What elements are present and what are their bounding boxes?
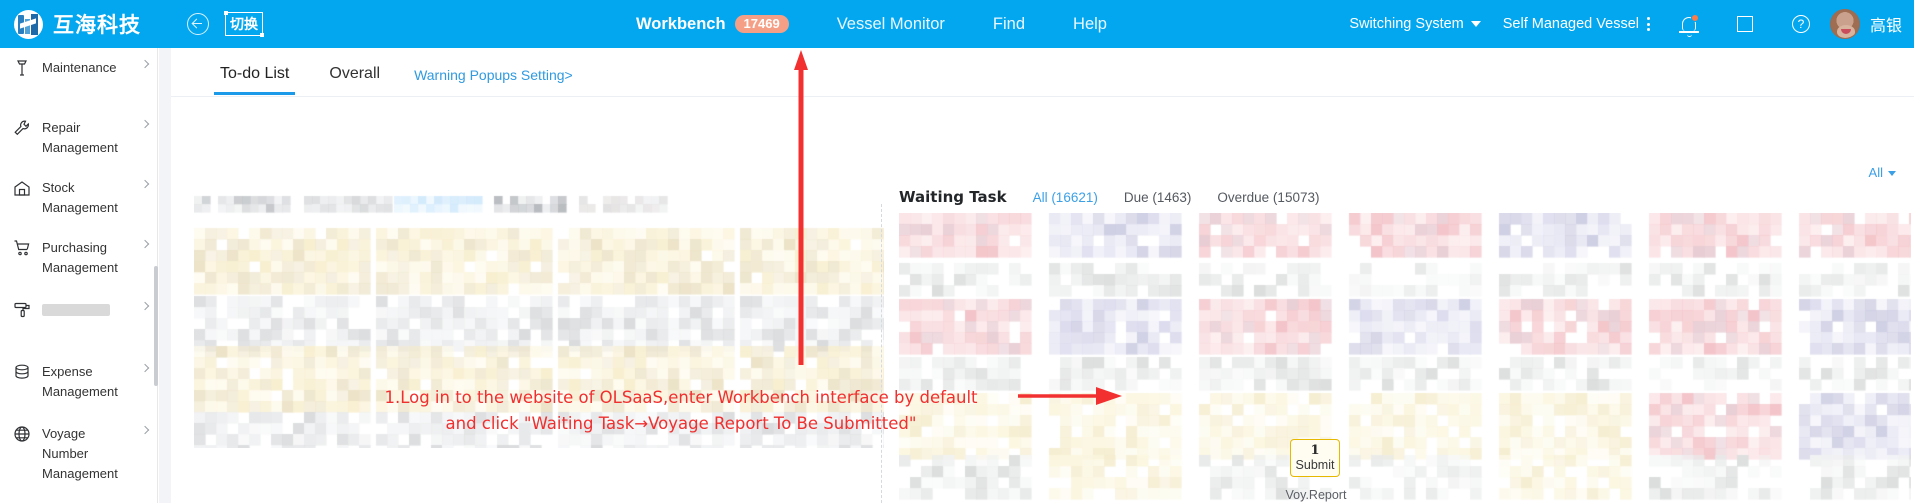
sidebar-item-label: Repair Management — [42, 120, 118, 155]
annotation-text: 1.Log in to the website of OLSaaS,enter … — [336, 385, 1026, 437]
waiting-task-filter-all[interactable]: All (16621) — [1033, 190, 1098, 205]
nav-item-vessel-monitor[interactable]: Vessel Monitor — [813, 0, 969, 48]
main-nav: Workbench 17469 Vessel Monitor Find Help — [636, 0, 1131, 48]
sidebar-item-label: Expense Management — [42, 364, 118, 399]
waiting-task-header: Waiting Task All (16621) Due (1463) Over… — [899, 188, 1319, 206]
avatar[interactable] — [1829, 9, 1860, 39]
back-arrow-circle-icon[interactable] — [187, 13, 209, 35]
brand-name: 互海科技 — [53, 13, 141, 37]
waiting-task-filter-due[interactable]: Due (1463) — [1124, 190, 1192, 205]
workbench-count-badge: 17469 — [734, 15, 789, 33]
panel-tabs: To-do List Overall Warning Popups Settin… — [200, 55, 581, 95]
more-vertical-icon — [1646, 17, 1650, 31]
chevron-down-icon — [1888, 171, 1896, 177]
sidebar-item-stock-management[interactable]: Stock Management — [0, 178, 157, 218]
nav-item-find[interactable]: Find — [969, 0, 1049, 48]
paint-roller-icon — [12, 300, 32, 320]
waiting-task-title: Waiting Task — [899, 188, 1007, 206]
sidebar: Maintenance Repair Management Stock Mana… — [0, 48, 158, 503]
sidebar-item-label: Purchasing Management — [42, 240, 118, 275]
switching-system-dropdown[interactable]: Switching System — [1349, 16, 1481, 32]
nav-item-workbench-label: Workbench — [636, 14, 726, 33]
chevron-right-icon — [140, 425, 150, 435]
all-filter-label: All — [1868, 165, 1883, 180]
brand-logo[interactable]: 互海科技 — [14, 9, 141, 39]
sidebar-item-maintenance[interactable]: Maintenance — [0, 58, 157, 98]
tabs-divider — [171, 96, 1914, 97]
username-label: 高银 — [1869, 16, 1902, 35]
chevron-down-icon — [1470, 21, 1481, 27]
waiting-task-blurred-grid[interactable] — [899, 213, 1911, 503]
notification-bell-icon[interactable] — [1672, 7, 1706, 41]
self-managed-vessel-selector[interactable]: Self Managed Vessel — [1503, 16, 1650, 32]
waiting-task-filter-overdue[interactable]: Overdue (15073) — [1217, 190, 1319, 205]
sidebar-scrollbar[interactable] — [154, 266, 158, 386]
shopping-cart-icon — [12, 238, 32, 258]
switching-system-label: Switching System — [1349, 16, 1464, 32]
sidebar-item-expense-management[interactable]: Expense Management — [0, 362, 157, 402]
annotation-line-1: 1.Log in to the website of OLSaaS,enter … — [384, 388, 978, 407]
top-right-actions: Switching System Self Managed Vessel ? 高… — [1349, 0, 1902, 48]
self-managed-vessel-label: Self Managed Vessel — [1502, 16, 1639, 32]
app-root: 互海科技 切换 Workbench 17469 Vessel Monitor F… — [0, 0, 1914, 503]
right-arrow-to-submit-card — [1018, 387, 1122, 405]
sidebar-item-repair-management[interactable]: Repair Management — [0, 118, 157, 158]
submit-card-count: 1 — [1310, 442, 1320, 458]
submit-card-action: Submit — [1295, 457, 1335, 472]
voyage-report-submit-card[interactable]: 1 Submit — [1290, 439, 1340, 477]
up-arrow-to-workbench — [794, 50, 808, 365]
annotation-line-2: and click "Waiting Task→Voyage Report To… — [445, 414, 917, 433]
all-filter-dropdown[interactable]: All — [1869, 165, 1896, 180]
database-stack-icon — [12, 362, 32, 382]
sidebar-item-label: Maintenance — [42, 60, 117, 75]
spanner-icon — [12, 118, 32, 138]
globe-icon — [12, 424, 32, 444]
tab-to-do-list[interactable]: To-do List — [200, 55, 309, 95]
sidebar-item-voyage-number-management[interactable]: Voyage Number Management — [0, 424, 157, 484]
wrench-maintenance-icon — [12, 58, 32, 78]
sidebar-item-label: Voyage Number Management — [42, 426, 118, 481]
warehouse-home-icon — [12, 178, 32, 198]
company-logo-icon — [14, 9, 43, 39]
top-navigation-bar: 互海科技 切换 Workbench 17469 Vessel Monitor F… — [0, 0, 1914, 48]
warning-popups-setting-link[interactable]: Warning Popups Setting> — [400, 55, 581, 95]
sidebar-item-label: Stock Management — [42, 180, 118, 215]
chevron-right-icon — [140, 301, 150, 311]
question-mark-circle-icon[interactable]: ? — [1784, 7, 1818, 41]
tab-overall[interactable]: Overall — [309, 55, 400, 95]
switch-button[interactable]: 切换 — [224, 11, 264, 37]
nav-item-help[interactable]: Help — [1049, 0, 1131, 48]
submit-card-caption: Voy.Report — [1285, 488, 1347, 502]
chevron-right-icon — [140, 59, 150, 69]
nav-item-workbench[interactable]: Workbench 17469 — [636, 0, 813, 48]
sidebar-item-label — [42, 304, 110, 316]
vertical-dashed-divider — [881, 204, 882, 503]
fullscreen-expand-icon[interactable] — [1728, 7, 1762, 41]
sidebar-item-masked[interactable] — [0, 300, 157, 340]
chevron-right-icon — [140, 239, 150, 249]
sidebar-item-purchasing-management[interactable]: Purchasing Management — [0, 238, 157, 278]
